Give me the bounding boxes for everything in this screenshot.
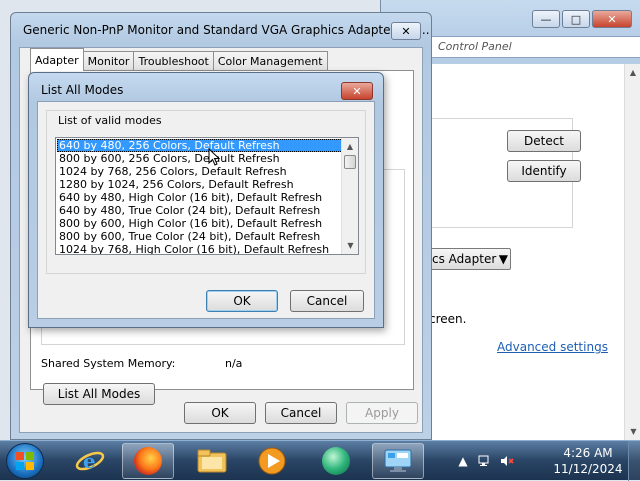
properties-close-button[interactable]: ✕ — [391, 22, 421, 40]
cancel-button[interactable]: Cancel — [265, 402, 337, 424]
svg-text:e: e — [83, 449, 96, 473]
list-item[interactable]: 640 by 480, 256 Colors, Default Refresh — [57, 139, 343, 152]
list-item[interactable]: 1024 by 768, 256 Colors, Default Refresh — [57, 165, 343, 178]
internet-explorer-icon: e — [75, 449, 105, 473]
dialog-ok-button[interactable]: OK — [206, 290, 278, 312]
shared-memory-label: Shared System Memory: — [41, 357, 176, 370]
firefox-icon — [134, 447, 162, 475]
windows-logo-icon — [16, 452, 34, 470]
scroll-down-icon[interactable]: ▼ — [625, 423, 640, 440]
show-desktop-button[interactable] — [628, 441, 640, 481]
modes-list: 640 by 480, 256 Colors, Default Refresh … — [57, 139, 343, 254]
close-icon: ✕ — [607, 12, 617, 26]
scroll-up-icon[interactable]: ▲ — [342, 138, 358, 155]
list-item[interactable]: 1024 by 768, High Color (16 bit), Defaul… — [57, 243, 343, 254]
system-clock[interactable]: 4:26 AM 11/12/2024 — [552, 445, 624, 477]
tab-strip: Adapter Monitor Troubleshoot Color Manag… — [30, 48, 328, 71]
list-item[interactable]: 640 by 480, True Color (24 bit), Default… — [57, 204, 343, 217]
list-item[interactable]: 800 by 600, High Color (16 bit), Default… — [57, 217, 343, 230]
shared-memory-value: n/a — [225, 357, 243, 370]
dialog-client-area: List of valid modes 640 by 480, 256 Colo… — [37, 101, 375, 319]
maximize-button[interactable]: □ — [562, 10, 590, 28]
screen-description-text: creen. — [429, 312, 467, 326]
window-title: Generic Non-PnP Monitor and Standard VGA… — [23, 23, 430, 37]
modes-listbox[interactable]: 640 by 480, 256 Colors, Default Refresh … — [55, 137, 359, 255]
tab-color-management[interactable]: Color Management — [212, 51, 328, 71]
close-icon: ✕ — [352, 84, 362, 98]
taskbar-generic-app[interactable] — [310, 443, 362, 479]
taskbar-firefox[interactable] — [122, 443, 174, 479]
list-item[interactable]: 1280 by 1024, 256 Colors, Default Refres… — [57, 178, 343, 191]
modes-scrollbar[interactable]: ▲ ▼ — [341, 138, 358, 254]
dialog-cancel-button[interactable]: Cancel — [290, 290, 364, 312]
apply-button[interactable]: Apply — [346, 402, 418, 424]
scroll-thumb[interactable] — [344, 155, 356, 169]
mouse-cursor-icon — [208, 148, 220, 166]
clock-time: 4:26 AM — [563, 446, 613, 460]
generic-app-icon — [322, 447, 350, 475]
maximize-icon: □ — [570, 12, 582, 26]
show-hidden-icons-icon[interactable]: ▲ — [456, 454, 470, 468]
chevron-down-icon: ▼ — [498, 252, 508, 266]
list-item[interactable]: 640 by 480, High Color (16 bit), Default… — [57, 191, 343, 204]
tab-adapter[interactable]: Adapter — [30, 48, 84, 71]
network-icon[interactable] — [478, 454, 492, 468]
scroll-up-icon[interactable]: ▲ — [625, 64, 640, 81]
valid-modes-group: List of valid modes 640 by 480, 256 Colo… — [46, 110, 366, 274]
close-button[interactable]: ✕ — [592, 10, 632, 28]
volume-muted-icon[interactable] — [500, 454, 514, 468]
start-button[interactable] — [6, 443, 44, 479]
media-player-icon — [258, 447, 286, 475]
tab-troubleshoot[interactable]: Troubleshoot — [133, 51, 214, 71]
tab-monitor[interactable]: Monitor — [82, 51, 135, 71]
file-explorer-icon — [197, 449, 227, 473]
minimize-icon: — — [540, 12, 552, 26]
list-all-modes-button[interactable]: List All Modes — [43, 383, 155, 405]
identify-button[interactable]: Identify — [507, 160, 581, 182]
detect-button[interactable]: Detect — [507, 130, 581, 152]
ok-button[interactable]: OK — [184, 402, 256, 424]
taskbar-file-explorer[interactable] — [186, 443, 238, 479]
adapter-dropdown-value: cs Adapter — [432, 252, 497, 266]
address-bar[interactable]: Control Panel — [431, 36, 640, 58]
close-icon: ✕ — [401, 24, 411, 38]
advanced-settings-link[interactable]: Advanced settings — [497, 340, 608, 354]
clock-date: 11/12/2024 — [553, 462, 623, 476]
minimize-button[interactable]: — — [532, 10, 560, 28]
display-settings-icon — [384, 449, 412, 472]
list-item[interactable]: 800 by 600, True Color (24 bit), Default… — [57, 230, 343, 243]
vertical-scrollbar[interactable]: ▲ ▼ — [624, 64, 640, 440]
adapter-dropdown[interactable]: cs Adapter ▼ — [429, 248, 511, 270]
valid-modes-label: List of valid modes — [56, 114, 164, 127]
dialog-close-button[interactable]: ✕ — [341, 82, 373, 100]
control-panel-body: Detect Identify cs Adapter ▼ creen. Adva… — [429, 64, 640, 440]
taskbar-media-player[interactable] — [246, 443, 298, 479]
window-controls: — □ ✕ — [532, 10, 632, 28]
notification-area: ▲ — [456, 441, 514, 481]
list-item[interactable]: 800 by 600, 256 Colors, Default Refresh — [57, 152, 343, 165]
taskbar-display-settings[interactable] — [372, 443, 424, 479]
list-all-modes-dialog: List All Modes ✕ List of valid modes 640… — [28, 72, 384, 328]
taskbar-internet-explorer[interactable]: e — [64, 443, 116, 479]
dialog-title: List All Modes — [41, 83, 124, 97]
taskbar: e ▲ 4:26 AM 11/12/2024 — [0, 440, 640, 481]
scroll-down-icon[interactable]: ▼ — [342, 237, 358, 254]
